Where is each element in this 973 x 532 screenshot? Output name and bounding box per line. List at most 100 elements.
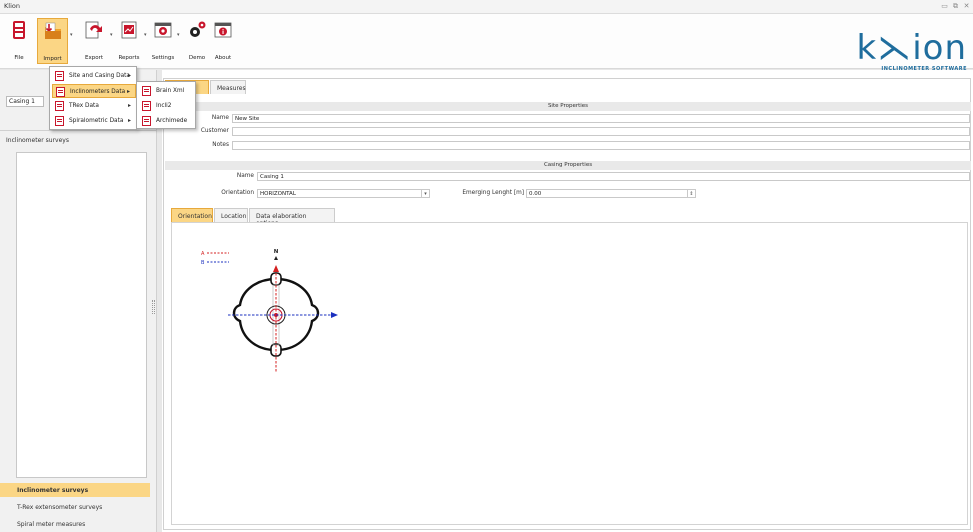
import-icon: [44, 22, 61, 39]
casing-properties-header: Casing Properties: [165, 161, 971, 170]
axis-a-arrow-icon: [273, 265, 279, 272]
menu-label: Inclinometers Data: [70, 89, 126, 95]
menu-label: Brain Xml: [156, 88, 185, 94]
notes-field[interactable]: [232, 141, 970, 150]
submenu-arrow-icon: ▸: [127, 72, 131, 79]
menu-label: TRex Data: [69, 103, 99, 109]
site-name-label: Name: [211, 115, 229, 121]
document-icon: [55, 101, 64, 111]
customer-field[interactable]: [232, 127, 970, 136]
menu-archimede[interactable]: Archimede: [139, 114, 195, 128]
nav-trex-extensometer-surveys[interactable]: T-Rex extensometer surveys: [0, 500, 150, 514]
export-button[interactable]: Export: [80, 18, 108, 64]
legend-b-label: B: [201, 260, 205, 266]
window-title: Klion: [4, 2, 20, 10]
document-icon: [142, 116, 151, 126]
menu-incli2[interactable]: Incli2: [139, 99, 195, 113]
document-icon: [142, 86, 151, 96]
orientation-select[interactable]: HORIZONTAL ▾: [257, 189, 430, 198]
document-icon: [142, 101, 151, 111]
customer-label: Customer: [200, 128, 229, 134]
casing-selector[interactable]: Casing 1: [6, 96, 44, 107]
import-chevron-down-icon[interactable]: ▾: [70, 32, 73, 38]
nav-spiral-meter-measures[interactable]: Spiral meter measures: [0, 517, 150, 531]
close-button[interactable]: ✕: [962, 2, 971, 10]
submenu-arrow-icon: ▸: [126, 88, 130, 95]
settings-label: Settings: [151, 55, 175, 61]
reports-label: Reports: [118, 55, 140, 61]
svg-text:i: i: [222, 29, 224, 36]
settings-chevron-down-icon[interactable]: ▾: [177, 32, 180, 38]
main-panel: Surveys Measures Site Properties Name Ne…: [162, 70, 973, 532]
settings-button[interactable]: Settings: [151, 18, 175, 64]
document-icon: [55, 71, 64, 81]
export-label: Export: [84, 55, 103, 61]
gears-icon: [190, 21, 206, 37]
nav-inclinometer-surveys[interactable]: Inclinometer surveys: [0, 483, 150, 497]
emerging-length-value: 0.00: [529, 191, 542, 197]
menu-site-and-casing-data[interactable]: Site and Casing Data ▸: [52, 69, 136, 83]
emerging-length-field[interactable]: 0.00 ⇕: [526, 189, 696, 198]
divider: [0, 130, 157, 131]
about-button[interactable]: i About: [211, 18, 235, 64]
surveys-title: Inclinometer surveys: [6, 137, 69, 144]
file-label: File: [14, 55, 24, 61]
title-bar: Klion ▭ ⧉ ✕: [0, 0, 973, 14]
site-name-field[interactable]: New Site: [232, 114, 970, 123]
ribbon: File Import ▾ Export ▾ Reports ▾ Setting…: [0, 14, 973, 72]
menu-spiralometric-data[interactable]: Spiralometric Data ▸: [52, 114, 136, 128]
menu-label: Incli2: [156, 103, 172, 109]
reports-button[interactable]: Reports: [116, 18, 142, 64]
surveys-list[interactable]: [16, 152, 147, 478]
about-label: About: [214, 55, 232, 61]
submenu-arrow-icon: ▸: [127, 102, 131, 109]
chevron-down-icon[interactable]: ▾: [421, 190, 429, 198]
orientation-label: Orientation: [221, 190, 254, 196]
export-icon: [85, 21, 102, 39]
north-arrow-icon: [274, 256, 278, 260]
menu-label: Spiralometric Data: [69, 118, 124, 124]
restore-button[interactable]: ⧉: [951, 2, 960, 10]
north-label: N: [274, 249, 279, 255]
inclinometers-submenu: Brain Xml Incli2 Archimede: [136, 81, 196, 129]
tab-data-elaboration-options[interactable]: Data elaboration options: [249, 208, 335, 227]
menu-brain-xml[interactable]: Brain Xml: [139, 84, 195, 98]
tab-measures[interactable]: Measures: [210, 80, 246, 94]
settings-icon: [154, 22, 172, 38]
import-label: Import: [43, 56, 62, 62]
panel-splitter[interactable]: [152, 300, 155, 314]
file-icon: [13, 21, 25, 39]
orientation-canvas: A B N: [171, 222, 968, 525]
casing-name-label: Name: [236, 173, 254, 179]
import-menu: Site and Casing Data ▸ Inclinometers Dat…: [49, 66, 137, 130]
casing-name-field[interactable]: Casing 1: [257, 172, 970, 181]
orientation-value: HORIZONTAL: [260, 191, 296, 197]
legend-a-label: A: [201, 251, 205, 257]
menu-label: Archimede: [156, 118, 188, 124]
emerging-length-label: Emerging Lenght [m]: [462, 190, 524, 196]
menu-inclinometers-data[interactable]: Inclinometers Data ▸: [52, 84, 136, 98]
reports-chevron-down-icon[interactable]: ▾: [144, 32, 147, 38]
left-panel: Casing 1 Inclinometer surveys Inclinomet…: [0, 70, 157, 532]
spinner-icon[interactable]: ⇕: [687, 190, 695, 198]
demo-label: Demo: [188, 55, 206, 61]
orientation-diagram: A B N: [201, 249, 338, 373]
axis-b-arrow-icon: [331, 312, 338, 318]
minimize-button[interactable]: ▭: [940, 2, 949, 10]
export-chevron-down-icon[interactable]: ▾: [110, 32, 113, 38]
site-properties-header: Site Properties: [165, 102, 971, 111]
tab-location[interactable]: Location: [214, 208, 248, 222]
tab-orientation[interactable]: Orientation: [171, 208, 213, 222]
menu-trex-data[interactable]: TRex Data ▸: [52, 99, 136, 113]
document-icon: [55, 116, 64, 126]
file-button[interactable]: File: [8, 18, 30, 64]
import-button[interactable]: Import: [37, 18, 68, 64]
submenu-arrow-icon: ▸: [127, 117, 131, 124]
info-icon: i: [214, 22, 232, 38]
reports-icon: [121, 21, 137, 39]
logo-wordmark: k⋋ion: [856, 28, 967, 68]
demo-button[interactable]: Demo: [185, 18, 209, 64]
document-icon: [56, 87, 65, 97]
menu-label: Site and Casing Data: [69, 73, 130, 79]
notes-label: Notes: [212, 142, 229, 148]
